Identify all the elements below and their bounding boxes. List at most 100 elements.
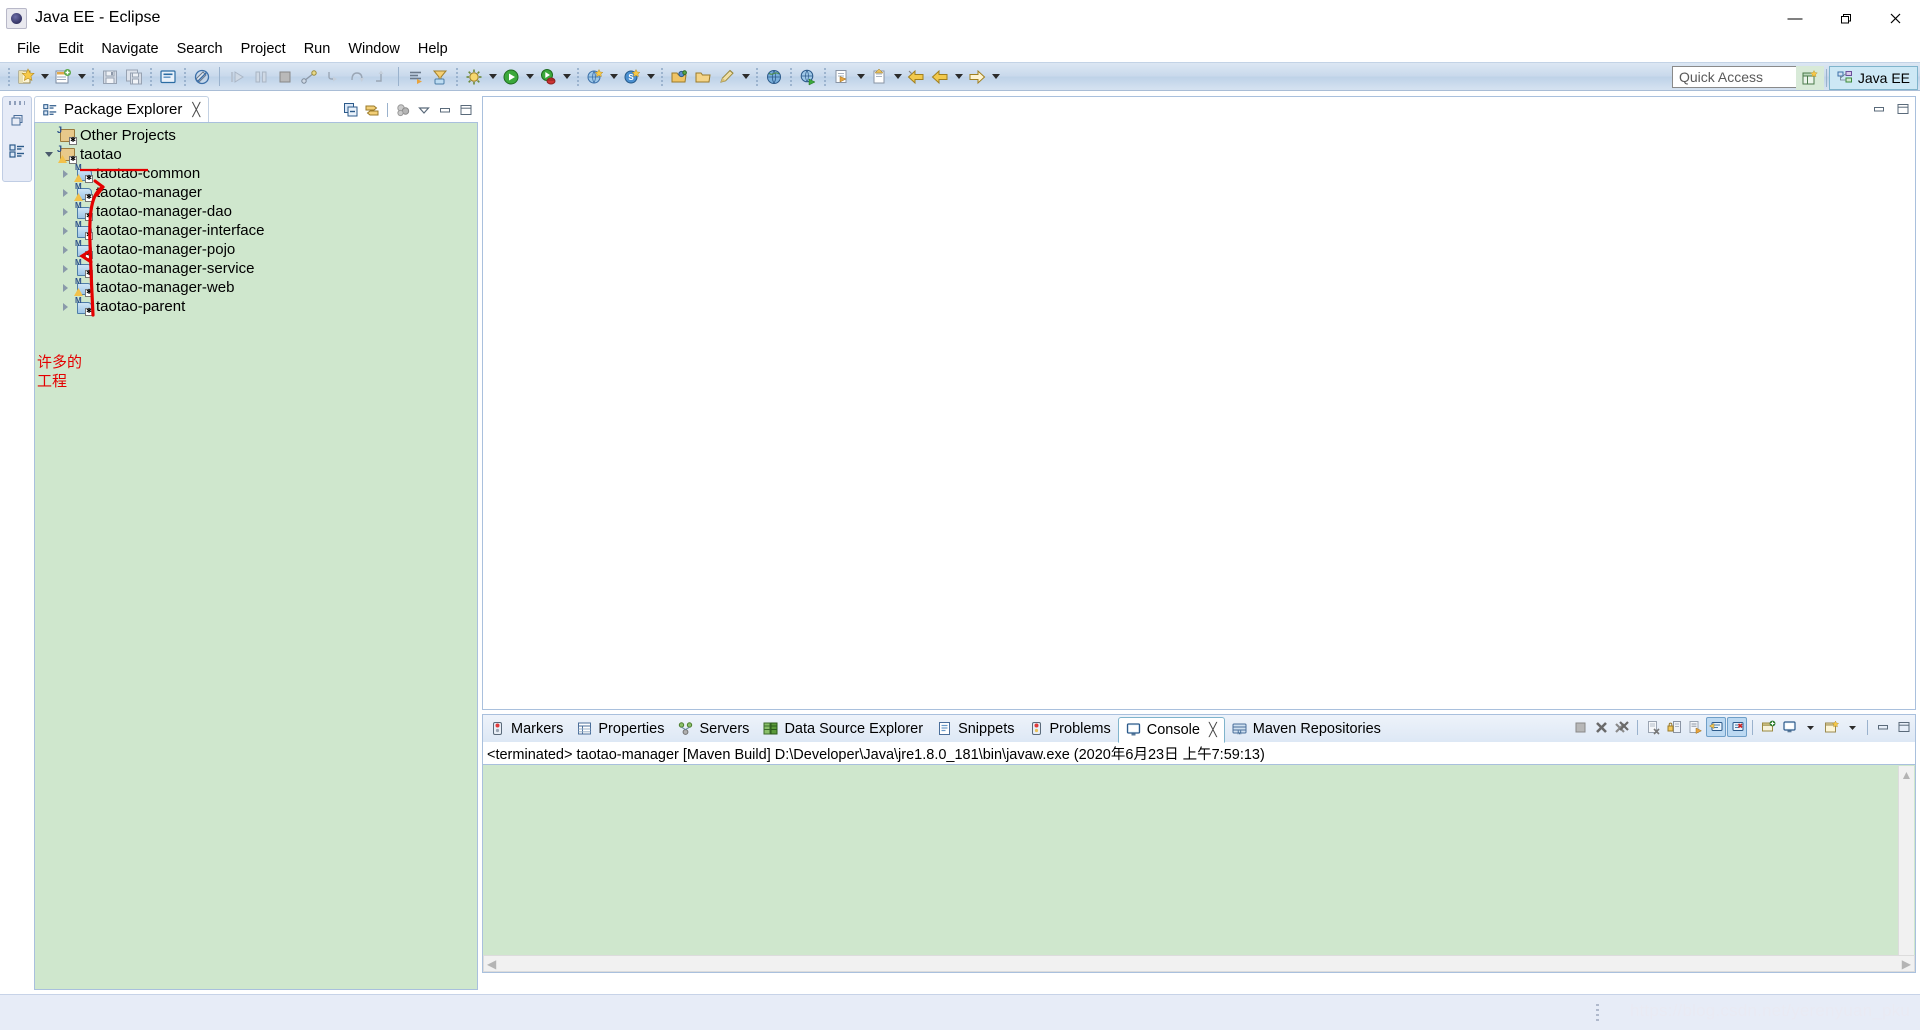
console-output-area[interactable]: ▲ ▼ ◀ ▶ <box>482 764 1916 973</box>
menu-help[interactable]: Help <box>409 38 457 60</box>
clear-console-icon[interactable] <box>1643 717 1663 737</box>
chevron-right-icon[interactable] <box>57 259 73 278</box>
remove-all-terminated-icon[interactable] <box>1612 717 1632 737</box>
tree-item-taotao-manager-dao[interactable]: ✱taotao-manager-dao <box>35 202 477 221</box>
tree-item-taotao-parent[interactable]: ✱taotao-parent <box>35 297 477 316</box>
show-console-on-output-icon[interactable] <box>1706 717 1726 737</box>
tree-item-taotao[interactable]: ✱taotao <box>35 145 477 164</box>
restore-icon[interactable] <box>1820 0 1870 36</box>
chevron-down-icon[interactable] <box>1800 717 1820 737</box>
chevron-down-icon[interactable] <box>1842 717 1862 737</box>
collapse-all-icon[interactable] <box>341 100 361 120</box>
tree-item-taotao-manager[interactable]: ✱taotao-manager <box>35 183 477 202</box>
console-tab-console[interactable]: Console ╳ <box>1117 717 1225 743</box>
tree-item-taotao-manager-interface[interactable]: ✱taotao-manager-interface <box>35 221 477 240</box>
run-icon[interactable] <box>500 66 522 88</box>
external-tools-icon[interactable] <box>463 66 485 88</box>
status-bar-grip[interactable] <box>1596 1004 1599 1022</box>
display-selected-console-icon[interactable] <box>1779 717 1799 737</box>
maximize-icon[interactable] <box>456 100 476 120</box>
menu-project[interactable]: Project <box>232 38 295 60</box>
chevron-down-icon[interactable] <box>854 66 867 88</box>
open-perspective-icon[interactable] <box>1795 65 1824 90</box>
chevron-right-icon[interactable] <box>57 240 73 259</box>
scroll-lock-icon[interactable] <box>1664 717 1684 737</box>
minimize-icon[interactable]: — <box>1770 0 1820 36</box>
minimize-icon[interactable] <box>1869 99 1889 119</box>
close-icon[interactable]: ╳ <box>192 102 200 118</box>
menu-navigate[interactable]: Navigate <box>92 38 167 60</box>
chevron-down-icon[interactable] <box>560 66 573 88</box>
new-wizard-icon[interactable] <box>15 66 37 88</box>
last-edit-icon[interactable] <box>868 66 890 88</box>
editor-area[interactable] <box>482 96 1916 710</box>
open-task-icon[interactable] <box>692 66 714 88</box>
chevron-down-icon[interactable] <box>952 66 965 88</box>
focus-on-active-task-icon[interactable] <box>393 100 413 120</box>
open-type-icon[interactable] <box>668 66 690 88</box>
chevron-down-icon[interactable] <box>523 66 536 88</box>
tree-item-taotao-manager-pojo[interactable]: ✱taotao-manager-pojo <box>35 240 477 259</box>
disconnect-icon[interactable] <box>298 66 320 88</box>
console-tab-snippets[interactable]: Snippets <box>930 716 1021 742</box>
save-icon[interactable] <box>99 66 121 88</box>
scroll-left-icon[interactable]: ◀ <box>487 957 496 971</box>
chevron-right-icon[interactable] <box>57 164 73 183</box>
scroll-right-icon[interactable]: ▶ <box>1902 957 1911 971</box>
tree-item-taotao-common[interactable]: ✱taotao-common <box>35 164 477 183</box>
chevron-down-icon[interactable] <box>486 66 499 88</box>
terminate-icon[interactable] <box>274 66 296 88</box>
toggle-annotation-icon[interactable] <box>191 66 213 88</box>
resume-icon[interactable] <box>226 66 248 88</box>
chevron-right-icon[interactable] <box>57 221 73 240</box>
console-tab-markers[interactable]: Markers <box>483 716 570 742</box>
menu-file[interactable]: File <box>8 38 49 60</box>
chevron-down-icon[interactable] <box>989 66 1002 88</box>
suspend-icon[interactable] <box>250 66 272 88</box>
chevron-down-icon[interactable] <box>38 66 51 88</box>
scroll-up-icon[interactable]: ▲ <box>1901 768 1913 782</box>
word-wrap-icon[interactable] <box>1685 717 1705 737</box>
search-icon[interactable] <box>831 66 853 88</box>
build-all-icon[interactable] <box>405 66 427 88</box>
show-console-on-error-icon[interactable] <box>1727 717 1747 737</box>
chevron-right-icon[interactable] <box>57 183 73 202</box>
remove-launch-icon[interactable] <box>1591 717 1611 737</box>
chevron-down-icon[interactable] <box>891 66 904 88</box>
console-vertical-scrollbar[interactable]: ▲ ▼ <box>1898 766 1914 971</box>
open-console-icon[interactable] <box>1821 717 1841 737</box>
view-menu-icon[interactable] <box>414 100 434 120</box>
chevron-down-icon[interactable] <box>75 66 88 88</box>
spring-icon[interactable]: S <box>621 66 643 88</box>
tree-item-taotao-manager-service[interactable]: ✱taotao-manager-service <box>35 259 477 278</box>
console-tab-properties[interactable]: Properties <box>570 716 671 742</box>
chevron-down-icon[interactable] <box>607 66 620 88</box>
console-tab-data-source-explorer[interactable]: Data Source Explorer <box>756 716 930 742</box>
minimize-icon[interactable] <box>435 100 455 120</box>
menu-edit[interactable]: Edit <box>49 38 92 60</box>
save-all-icon[interactable] <box>123 66 145 88</box>
chevron-down-icon[interactable] <box>644 66 657 88</box>
restore-view-icon[interactable] <box>8 112 26 135</box>
console-horizontal-scrollbar[interactable]: ◀ ▶ <box>483 955 1915 972</box>
quick-access-input[interactable]: Quick Access <box>1672 66 1802 88</box>
pin-console-icon[interactable] <box>1758 717 1778 737</box>
chevron-down-icon[interactable] <box>41 145 57 164</box>
perspective-tab-javaee[interactable]: Java EE <box>1828 65 1918 90</box>
minimize-icon[interactable] <box>1873 717 1893 737</box>
menu-run[interactable]: Run <box>295 38 340 60</box>
package-explorer-tree-panel[interactable]: ✱Other Projects✱taotao✱taotao-common✱tao… <box>34 122 478 990</box>
drag-handle-dots[interactable] <box>9 101 25 105</box>
maximize-icon[interactable] <box>1893 99 1913 119</box>
back-history-icon[interactable] <box>905 66 927 88</box>
menu-search[interactable]: Search <box>168 38 232 60</box>
console-tab-problems[interactable]: Problems <box>1022 716 1118 742</box>
print-icon[interactable] <box>157 66 179 88</box>
open-web-browser-icon[interactable] <box>797 66 819 88</box>
back-icon[interactable] <box>929 66 951 88</box>
new-java-class-icon[interactable] <box>716 66 738 88</box>
link-with-editor-icon[interactable] <box>362 100 382 120</box>
chevron-right-icon[interactable] <box>57 202 73 221</box>
step-return-icon[interactable] <box>370 66 392 88</box>
close-icon[interactable] <box>1870 0 1920 36</box>
